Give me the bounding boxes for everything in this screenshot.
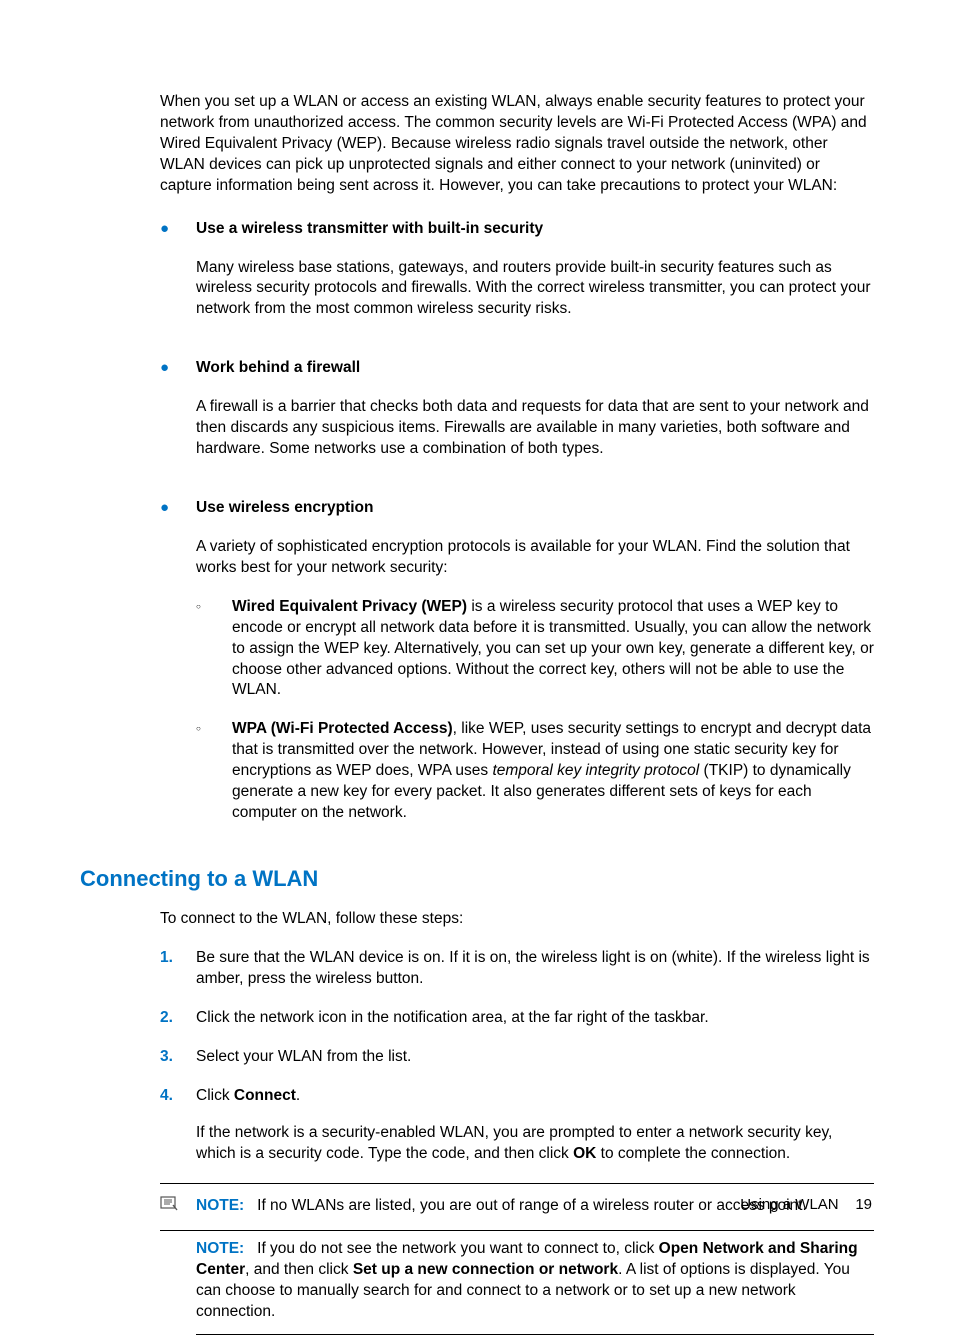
steps-list: 1. Be sure that the WLAN device is on. I…: [160, 948, 874, 1164]
step-number: 3.: [160, 1047, 196, 1068]
bullet-desc: Many wireless base stations, gateways, a…: [196, 258, 874, 321]
bullet-body: Use a wireless transmitter with built-in…: [196, 219, 874, 339]
bullet-item-transmitter: ● Use a wireless transmitter with built-…: [160, 219, 874, 339]
note-label: NOTE:: [196, 1197, 244, 1214]
sub-item-wep: ○ Wired Equivalent Privacy (WEP) is a wi…: [196, 597, 874, 702]
step-body: Click the network icon in the notificati…: [196, 1008, 874, 1029]
step-body: Click Connect. If the network is a secur…: [196, 1086, 874, 1165]
bullet-title: Use wireless encryption: [196, 498, 874, 519]
sub-body: Wired Equivalent Privacy (WEP) is a wire…: [232, 597, 874, 702]
bullet-title: Use a wireless transmitter with built-in…: [196, 219, 874, 240]
note-icon: [160, 1196, 196, 1218]
wep-lead: Wired Equivalent Privacy (WEP): [232, 598, 467, 615]
step-2: 2. Click the network icon in the notific…: [160, 1008, 874, 1029]
sub-item-wpa: ○ WPA (Wi-Fi Protected Access), like WEP…: [196, 719, 874, 824]
page-footer: Using a WLAN 19: [740, 1195, 872, 1215]
bullet-desc: A firewall is a barrier that checks both…: [196, 397, 874, 460]
step-number: 4.: [160, 1086, 196, 1165]
note-2: NOTE: If you do not see the network you …: [196, 1231, 874, 1335]
page-number: 19: [855, 1196, 872, 1213]
note1-text: If no WLANs are listed, you are out of r…: [257, 1197, 807, 1214]
step4-pre: Click: [196, 1087, 234, 1104]
bullet-list: ● Use a wireless transmitter with built-…: [160, 219, 874, 842]
bullet-item-encryption: ● Use wireless encryption A variety of s…: [160, 498, 874, 842]
step-4: 4. Click Connect. If the network is a se…: [160, 1086, 874, 1165]
bullet-title: Work behind a firewall: [196, 358, 874, 379]
note2-b: , and then click: [245, 1261, 353, 1278]
sub-list: ○ Wired Equivalent Privacy (WEP) is a wi…: [196, 597, 874, 824]
step-number: 2.: [160, 1008, 196, 1029]
step-body: Select your WLAN from the list.: [196, 1047, 874, 1068]
bullet-icon: ●: [160, 498, 196, 842]
footer-text: Using a WLAN: [740, 1196, 838, 1213]
steps-intro: To connect to the WLAN, follow these ste…: [160, 909, 874, 930]
sub-bullet-icon: ○: [196, 719, 232, 824]
note2-a: If you do not see the network you want t…: [257, 1240, 659, 1257]
intro-paragraph: When you set up a WLAN or access an exis…: [160, 92, 874, 197]
wpa-italic: temporal key integrity protocol: [492, 762, 699, 779]
bullet-icon: ●: [160, 358, 196, 478]
bullet-body: Use wireless encryption A variety of sop…: [196, 498, 874, 842]
step-3: 3. Select your WLAN from the list.: [160, 1047, 874, 1068]
step-body: Be sure that the WLAN device is on. If i…: [196, 948, 874, 990]
note-label: NOTE:: [196, 1240, 244, 1257]
wpa-lead: WPA (Wi-Fi Protected Access): [232, 720, 453, 737]
step4-post: .: [296, 1087, 300, 1104]
step4-extra-bold: OK: [573, 1145, 596, 1162]
step4-extra: If the network is a security-enabled WLA…: [196, 1123, 874, 1165]
step-1: 1. Be sure that the WLAN device is on. I…: [160, 948, 874, 990]
step-number: 1.: [160, 948, 196, 990]
bullet-body: Work behind a firewall A firewall is a b…: [196, 358, 874, 478]
step4-extra-b: to complete the connection.: [596, 1145, 790, 1162]
page: When you set up a WLAN or access an exis…: [0, 0, 954, 1270]
bullet-item-firewall: ● Work behind a firewall A firewall is a…: [160, 358, 874, 478]
bullet-desc: A variety of sophisticated encryption pr…: [196, 537, 874, 579]
bullet-icon: ●: [160, 219, 196, 339]
sub-bullet-icon: ○: [196, 597, 232, 702]
step4-bold: Connect: [234, 1087, 296, 1104]
sub-body: WPA (Wi-Fi Protected Access), like WEP, …: [232, 719, 874, 824]
note2-b2: Set up a new connection or network: [353, 1261, 618, 1278]
heading-connecting: Connecting to a WLAN: [80, 864, 874, 894]
